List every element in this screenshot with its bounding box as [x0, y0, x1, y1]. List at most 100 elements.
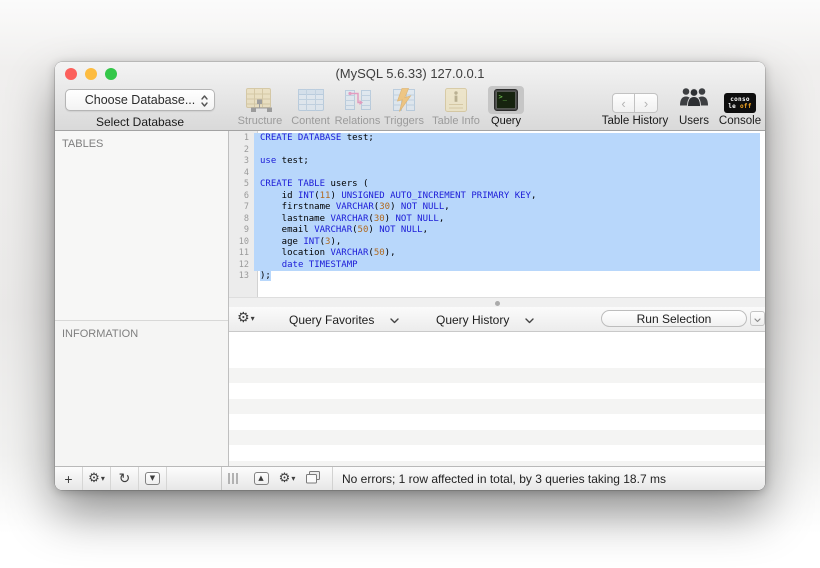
line-number: 12 [238, 259, 249, 270]
code-line-text [254, 167, 760, 179]
status-bar-table-tools: + ⚙ ▾ ↻ ▼ [55, 467, 222, 490]
run-options-dropdown[interactable] [750, 311, 765, 326]
code-line[interactable]: 4 [229, 167, 765, 179]
result-table-rows [229, 352, 765, 466]
query-favorites-label: Query Favorites [289, 312, 375, 327]
traffic-lights [65, 68, 117, 80]
query-result-table [229, 332, 765, 466]
windows-copy-icon [305, 470, 321, 488]
open-in-new-window-button[interactable] [300, 470, 326, 488]
line-number: 6 [243, 190, 249, 201]
code-line-text: ); [254, 271, 760, 283]
code-line[interactable]: 13); [229, 271, 765, 283]
nav-label-query: Query [491, 115, 521, 127]
minimize-window-icon[interactable] [85, 68, 97, 80]
gear-icon: ⚙ [278, 470, 291, 486]
close-window-icon[interactable] [65, 68, 77, 80]
nav-item-content[interactable]: Content [287, 86, 334, 127]
splitter-handle-icon[interactable] [494, 301, 500, 306]
code-line[interactable]: 3 use test; [229, 156, 765, 168]
code-line[interactable]: 8 lastname VARCHAR(30) NOT NULL, [229, 213, 765, 225]
chevron-left-icon: ‹ [621, 95, 626, 111]
relations-icon [339, 86, 377, 114]
refresh-icon: ↻ [118, 470, 131, 487]
code-line[interactable]: 11 location VARCHAR(50), [229, 248, 765, 260]
updown-stepper-icon [200, 93, 209, 112]
code-line-text: lastname VARCHAR(30) NOT NULL, [254, 213, 760, 225]
caret-down-icon: ▾ [291, 474, 296, 483]
history-back-button[interactable]: ‹ [612, 93, 635, 113]
code-editor-lines: 1 CREATE DATABASE test; 2 3 use test; 4 5 CRE… [229, 133, 765, 283]
nav-item-query[interactable]: >_ Query [485, 86, 527, 127]
editor-splitter[interactable] [229, 297, 765, 307]
app-window: (MySQL 5.6.33) 127.0.0.1 Choose Database… [55, 62, 765, 490]
structure-table-icon [241, 86, 279, 114]
console-badge-line2: le [728, 103, 737, 110]
query-history-menu[interactable]: Query History [436, 307, 535, 332]
nav-item-relations[interactable]: Relations [334, 86, 381, 127]
database-select-dropdown[interactable]: Choose Database... [65, 89, 215, 111]
drag-grip-icon[interactable] [228, 473, 238, 484]
toggle-pane-button[interactable]: ▼ [139, 467, 167, 490]
code-line[interactable]: 7 firstname VARCHAR(30) NOT NULL, [229, 202, 765, 214]
line-number: 4 [243, 167, 249, 178]
triggers-icon [385, 86, 423, 114]
run-selection-button[interactable]: Run Selection [601, 310, 747, 327]
chevron-down-icon [525, 313, 535, 327]
refresh-tables-button[interactable]: ↻ [111, 467, 139, 490]
query-favorites-menu[interactable]: Query Favorites [289, 307, 400, 332]
nav-item-table-info[interactable]: Table Info [427, 86, 485, 127]
users-button[interactable]: Users [673, 86, 715, 127]
line-number: 1 [243, 133, 249, 143]
status-bar: + ⚙ ▾ ↻ ▼ ▲ ⚙ ▾ No errors; 1 row affected … [55, 466, 765, 490]
result-actions-menu[interactable]: ⚙ ▾ [274, 471, 300, 487]
users-icon [677, 85, 711, 113]
svg-text:>_: >_ [499, 93, 508, 101]
code-line[interactable]: 6 id INT(11) UNSIGNED AUTO_INCREMENT PRI… [229, 190, 765, 202]
status-message: No errors; 1 row affected in total, by 3… [332, 467, 666, 490]
panel-up-icon: ▲ [253, 472, 269, 485]
toolbar-right-tools: ‹ › Table History Users conso le off Con… [597, 86, 765, 127]
toolbar-nav: Structure Content Relations Triggers Tab… [233, 86, 527, 127]
chevron-right-icon: › [643, 95, 649, 111]
window-title: (MySQL 5.6.33) 127.0.0.1 [335, 66, 485, 81]
tables-header: TABLES [62, 138, 104, 150]
selected-text: ); [260, 271, 271, 281]
code-line[interactable]: 9 email VARCHAR(50) NOT NULL, [229, 225, 765, 237]
code-line[interactable]: 10 age INT(3), [229, 236, 765, 248]
history-forward-button[interactable]: › [635, 93, 658, 113]
code-line-text: location VARCHAR(50), [254, 248, 760, 260]
line-number: 11 [238, 248, 249, 258]
select-database-label: Select Database [95, 115, 185, 129]
nav-item-structure[interactable]: Structure [233, 86, 287, 127]
sql-editor[interactable]: 1 CREATE DATABASE test; 2 3 use test; 4 5 CRE… [229, 131, 765, 297]
line-number: 9 [243, 225, 249, 235]
code-line-text: age INT(3), [254, 236, 760, 248]
code-line-text: CREATE TABLE users ( [254, 179, 760, 191]
sidebar: TABLES INFORMATION [55, 131, 229, 466]
workspace: 1 CREATE DATABASE test; 2 3 use test; 4 5 CRE… [229, 131, 765, 466]
code-line[interactable]: 2 [229, 144, 765, 156]
table-actions-menu[interactable]: ⚙ ▾ [83, 467, 111, 490]
toggle-result-pane-button[interactable]: ▲ [248, 472, 274, 485]
tables-section[interactable]: TABLES [55, 131, 228, 321]
caret-down-icon: ▾ [250, 313, 255, 323]
nav-item-triggers[interactable]: Triggers [381, 86, 427, 127]
add-table-button[interactable]: + [55, 467, 83, 490]
console-label: Console [718, 115, 762, 127]
panel-down-icon: ▼ [145, 472, 160, 485]
zoom-window-icon[interactable] [105, 68, 117, 80]
line-number: 8 [243, 213, 249, 224]
console-off-icon: conso le off [724, 93, 756, 113]
chevron-down-icon [390, 313, 400, 327]
query-actions-menu[interactable]: ⚙ ▾ [237, 310, 255, 326]
status-bar-query-tools: ▲ ⚙ ▾ No errors; 1 row affected in total,… [222, 467, 765, 490]
line-number: 3 [243, 156, 249, 166]
code-line[interactable]: 5 CREATE TABLE users ( [229, 179, 765, 191]
information-section: INFORMATION [55, 321, 228, 466]
code-line[interactable]: 12 date TIMESTAMP [229, 259, 765, 271]
console-badge-line1: conso [730, 96, 750, 103]
nav-label-structure: Structure [237, 115, 283, 127]
console-button[interactable]: conso le off Console [715, 86, 765, 127]
code-line[interactable]: 1 CREATE DATABASE test; [229, 133, 765, 145]
